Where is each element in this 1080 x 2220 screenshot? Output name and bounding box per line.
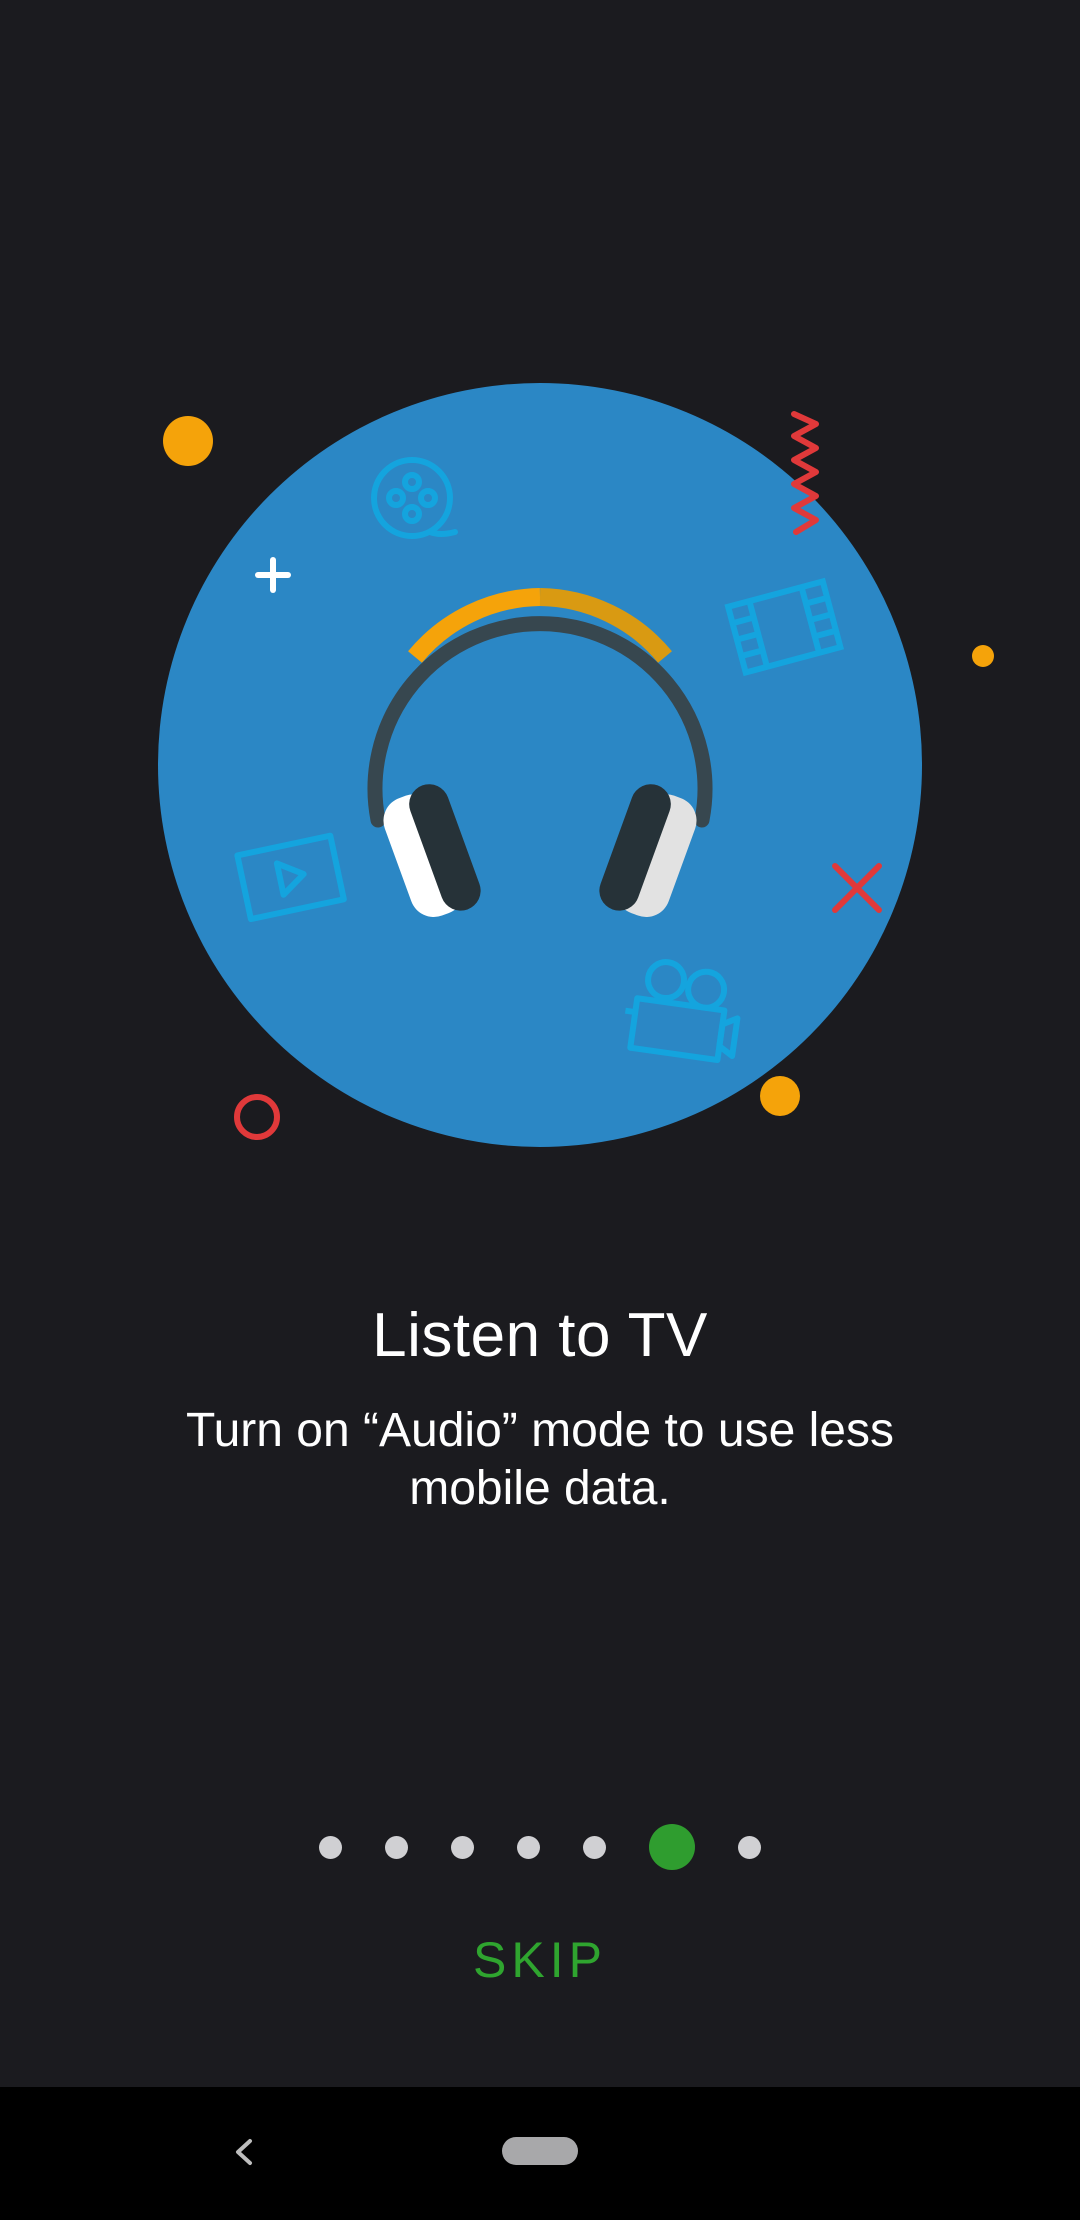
onboarding-illustration — [158, 383, 994, 1147]
page-dot-5[interactable] — [583, 1835, 606, 1859]
onboarding-description: Turn on “Audio” mode to use less mobile … — [186, 1404, 894, 1515]
home-pill-icon[interactable] — [502, 2137, 578, 2165]
ring-icon — [234, 1094, 280, 1140]
orange-dot-large — [163, 416, 213, 466]
onboarding-screen: Listen to TV Turn on “Audio” mode to use… — [0, 0, 1080, 2220]
page-dot-1[interactable] — [319, 1835, 342, 1859]
chevron-left-icon[interactable] — [220, 2127, 270, 2177]
page-dot-2[interactable] — [385, 1835, 408, 1859]
page-dot-6-active[interactable] — [649, 1824, 695, 1870]
orange-dot-small — [972, 645, 994, 667]
page-dot-4[interactable] — [517, 1835, 540, 1859]
page-dot-3[interactable] — [451, 1835, 474, 1859]
system-navigation-bar — [0, 2087, 1080, 2220]
orange-dot-bottom — [760, 1076, 800, 1116]
onboarding-title: Listen to TV — [372, 1301, 708, 1370]
page-indicator — [0, 1822, 1080, 1872]
page-dot-7[interactable] — [738, 1835, 761, 1859]
skip-button[interactable]: SKIP — [440, 1925, 640, 1995]
